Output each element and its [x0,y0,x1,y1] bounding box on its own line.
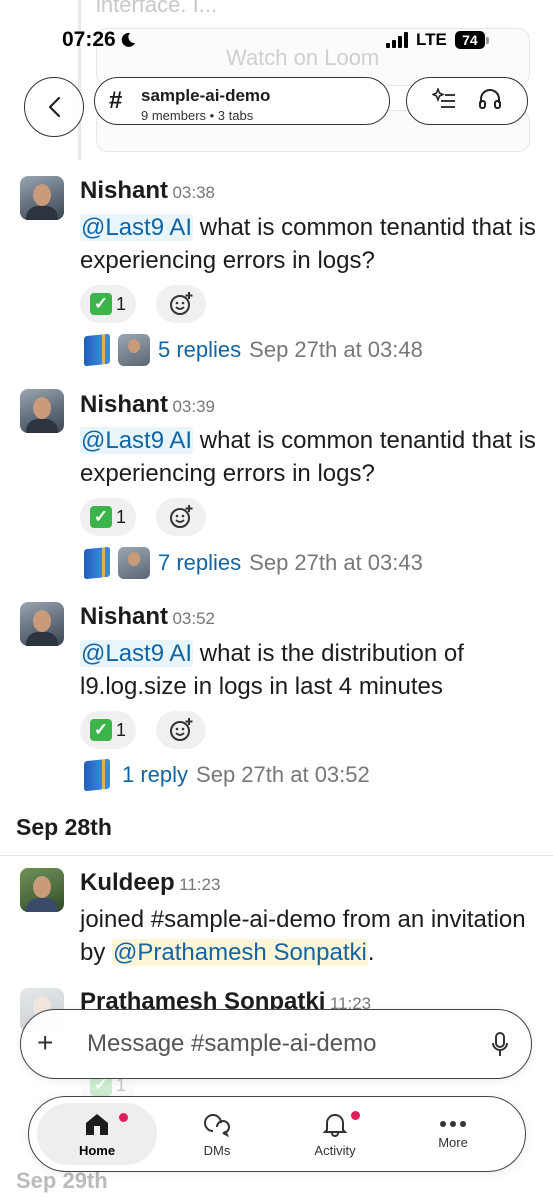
thread-line [78,0,81,160]
message-time: 03:52 [172,609,216,628]
channel-actions [406,77,528,125]
add-reaction-button[interactable] [156,711,206,749]
replies-link[interactable]: 5 replies [158,337,241,363]
message-time: 11:23 [179,875,221,894]
message-composer[interactable]: + Message #sample-ai-demo [20,1009,532,1079]
message-text: @Last9 AI what is common tenantid that i… [80,427,536,487]
message-header: Nishant 03:39 [80,391,215,419]
back-button[interactable] [24,77,84,137]
tab-activity[interactable]: Activity [275,1103,395,1165]
divider-line [0,855,553,856]
message-text: @Last9 AI what is common tenantid that i… [80,214,536,274]
tab-home[interactable]: Home [37,1103,157,1165]
moon-icon [121,32,135,47]
message-time: 03:39 [172,397,216,416]
reaction-checkmark[interactable]: ✓ 1 [80,711,137,749]
bell-icon [322,1113,348,1137]
avatar[interactable] [20,602,64,646]
ghost-preview-text: interface. I... [96,0,218,17]
replies-link[interactable]: 1 reply [122,762,188,788]
avatar[interactable] [20,389,64,433]
huddle-button[interactable] [478,88,502,115]
add-attachment-button[interactable]: + [37,1029,53,1057]
notification-dot [351,1111,360,1120]
home-icon [86,1113,108,1135]
battery-icon: 74 [454,31,489,49]
message-header: Nishant 03:52 [80,603,215,631]
channel-name: sample-ai-demo [141,86,271,105]
add-reaction-button[interactable] [156,285,206,323]
book-icon [84,758,110,792]
message-input[interactable]: Message #sample-ai-demo [87,1030,376,1058]
signal-icon [386,32,408,48]
dictation-button[interactable] [491,1032,509,1063]
author-name[interactable]: Nishant [80,177,168,204]
check-emoji-icon: ✓ [90,506,112,528]
add-reaction-button[interactable] [156,498,206,536]
replies-link[interactable]: 7 replies [158,550,241,576]
message-text: @Last9 AI what is the distribution of l9… [80,640,464,700]
headphones-icon [479,88,501,109]
dms-icon [204,1113,230,1137]
tab-more[interactable]: More [393,1103,513,1165]
message-header: Kuldeep 11:23 [80,869,220,897]
notification-dot [119,1113,128,1122]
date-divider[interactable]: Sep 28th [16,814,112,841]
last-reply-time: Sep 27th at 03:48 [249,337,423,362]
thread-summary[interactable]: 5 replies Sep 27th at 03:48 [84,333,423,367]
status-time: 07:26 [62,28,136,52]
check-emoji-icon: ✓ [90,719,112,741]
channel-meta: 9 members • 3 tabs [141,108,254,123]
more-dots-icon [440,1120,466,1127]
mention-link[interactable]: @Last9 AI [80,427,194,454]
network-label: LTE [416,30,447,49]
author-name[interactable]: Nishant [80,391,168,418]
join-message-text: joined #sample-ai-demo from an invitatio… [80,906,526,966]
avatar[interactable] [20,176,64,220]
message-time: 03:38 [172,183,216,202]
back-chevron-icon [48,96,61,118]
author-name[interactable]: Nishant [80,603,168,630]
sparkle-list-icon [431,86,455,108]
participant-avatar [118,547,150,579]
add-emoji-icon [170,718,193,741]
add-emoji-icon [170,505,193,528]
check-emoji-icon: ✓ [90,293,112,315]
last-reply-time: Sep 27th at 03:43 [249,550,423,575]
microphone-icon [492,1032,508,1056]
mention-link[interactable]: @Last9 AI [80,214,194,241]
thread-summary[interactable]: 1 reply Sep 27th at 03:52 [84,758,370,792]
reaction-checkmark[interactable]: ✓ 1 [80,498,137,536]
ai-summary-button[interactable] [431,86,456,115]
message-header: Nishant 03:38 [80,177,215,205]
mention-link[interactable]: @Prathamesh Sonpatki [112,939,368,966]
tab-dms[interactable]: DMs [157,1103,277,1165]
participant-avatar [118,334,150,366]
channel-header[interactable]: # sample-ai-demo 9 members • 3 tabs [94,77,390,125]
tab-bar: Home DMs Activity More [28,1096,526,1172]
last-reply-time: Sep 27th at 03:52 [196,762,370,787]
thread-summary[interactable]: 7 replies Sep 27th at 03:43 [84,546,423,580]
author-name[interactable]: Kuldeep [80,869,175,896]
loom-link: Watch on Loom [226,45,380,70]
mention-link[interactable]: @Last9 AI [80,640,194,667]
reaction-checkmark[interactable]: ✓ 1 [80,285,137,323]
book-icon [84,546,110,580]
book-icon [84,333,110,367]
status-indicators: LTE 74 [386,30,489,50]
hash-icon: # [109,87,123,114]
add-emoji-icon [170,292,193,315]
avatar[interactable] [20,868,64,912]
